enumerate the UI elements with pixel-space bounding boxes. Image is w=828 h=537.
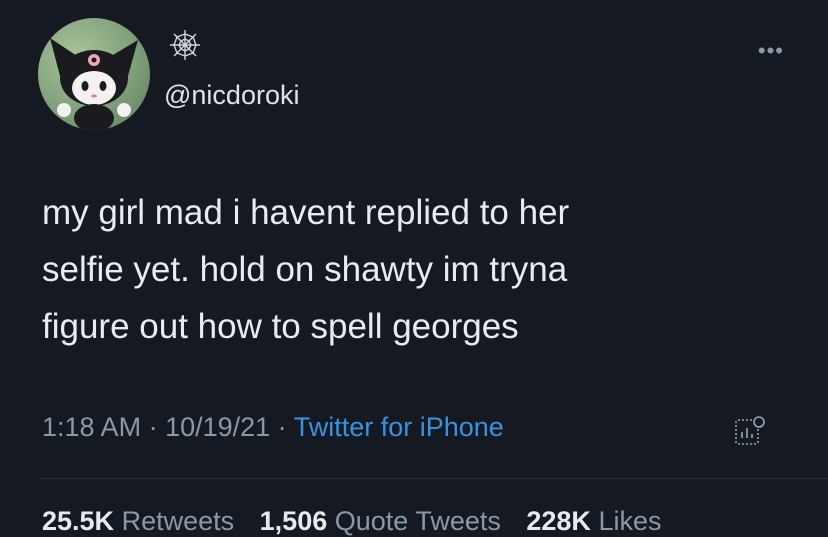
quote-tweets-count: 1,506 [259, 506, 328, 536]
tweet-text: my girl mad i havent replied to her self… [42, 193, 570, 346]
retweets-count: 25.5K [42, 506, 115, 536]
retweets-label: Retweets [121, 506, 235, 536]
tweet-date: 10/19/21 [165, 412, 271, 442]
quote-tweets-label: Quote Tweets [334, 506, 501, 536]
likes-count: 228K [526, 506, 591, 536]
divider [42, 478, 828, 479]
tweet-stats: 25.5K Retweets 1,506 Quote Tweets 228K L… [42, 506, 679, 537]
meta-separator: · [141, 412, 166, 442]
analytics-icon[interactable] [734, 414, 766, 453]
tweet-meta: 1:18 AM · 10/19/21 · Twitter for iPhone [42, 412, 504, 443]
kuromi-avatar-icon [50, 38, 138, 130]
likes-stat[interactable]: 228K Likes [526, 506, 661, 536]
tweet-source-link[interactable]: Twitter for iPhone [294, 412, 504, 442]
retweets-stat[interactable]: 25.5K Retweets [42, 506, 234, 536]
quote-tweets-stat[interactable]: 1,506 Quote Tweets [260, 506, 501, 536]
more-icon[interactable]: ••• [758, 38, 784, 64]
user-handle[interactable]: @nicdoroki [164, 80, 299, 111]
avatar[interactable] [38, 18, 150, 130]
spiderweb-icon [168, 28, 202, 67]
likes-label: Likes [598, 506, 662, 536]
meta-separator: · [270, 412, 294, 442]
tweet-time: 1:18 AM [42, 412, 142, 442]
